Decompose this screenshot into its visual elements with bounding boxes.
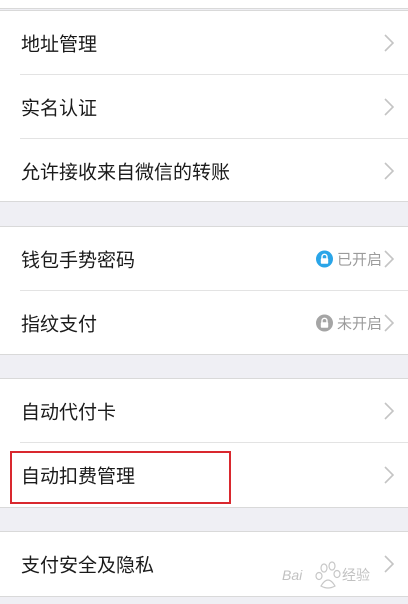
row-label: 自动代付卡 [21, 401, 117, 424]
chevron-right-icon [384, 162, 394, 180]
status-text: 未开启 [336, 314, 382, 333]
svg-text:Bai: Bai [282, 567, 303, 583]
row-label: 地址管理 [21, 33, 98, 56]
row-label: 指纹支付 [21, 313, 98, 336]
settings-page: 地址管理 实名认证 允许接收来自微信的转账 钱包手势密码 已开启 指纹支付 未开… [0, 0, 408, 604]
row-label: 自动扣费管理 [21, 465, 136, 488]
status-text: 已开启 [336, 250, 382, 269]
lock-enabled-icon [315, 250, 333, 268]
svg-text:经验: 经验 [342, 567, 370, 583]
row-allow-wechat-transfer[interactable]: 允许接收来自微信的转账 [0, 139, 408, 203]
settings-group-auto-pay: 自动代付卡 自动扣费管理 [0, 378, 408, 508]
settings-group-account: 地址管理 实名认证 允许接收来自微信的转账 [0, 10, 408, 202]
row-label: 钱包手势密码 [21, 249, 136, 272]
chevron-right-icon [384, 314, 394, 332]
row-address-management[interactable]: 地址管理 [0, 11, 408, 75]
baidu-watermark-logo: Bai 经验 [282, 561, 370, 589]
chevron-right-icon [384, 34, 394, 52]
status-indicator: 已开启 [315, 249, 382, 270]
row-fingerprint-payment[interactable]: 指纹支付 未开启 [0, 291, 408, 355]
row-label: 支付安全及隐私 [21, 554, 155, 577]
status-indicator: 未开启 [315, 313, 382, 334]
row-auto-proxy-pay-card[interactable]: 自动代付卡 [0, 379, 408, 443]
chevron-right-icon [384, 402, 394, 420]
row-real-name-verification[interactable]: 实名认证 [0, 75, 408, 139]
row-auto-deduction-management[interactable]: 自动扣费管理 [0, 443, 408, 507]
settings-group-security: 钱包手势密码 已开启 指纹支付 未开启 [0, 226, 408, 355]
chevron-right-icon [384, 250, 394, 268]
row-wallet-gesture-password[interactable]: 钱包手势密码 已开启 [0, 227, 408, 291]
row-label: 实名认证 [21, 97, 98, 120]
chevron-right-icon [384, 466, 394, 484]
top-strip [0, 0, 408, 9]
row-label: 允许接收来自微信的转账 [21, 161, 231, 184]
chevron-right-icon [384, 98, 394, 116]
lock-disabled-icon [315, 314, 333, 332]
